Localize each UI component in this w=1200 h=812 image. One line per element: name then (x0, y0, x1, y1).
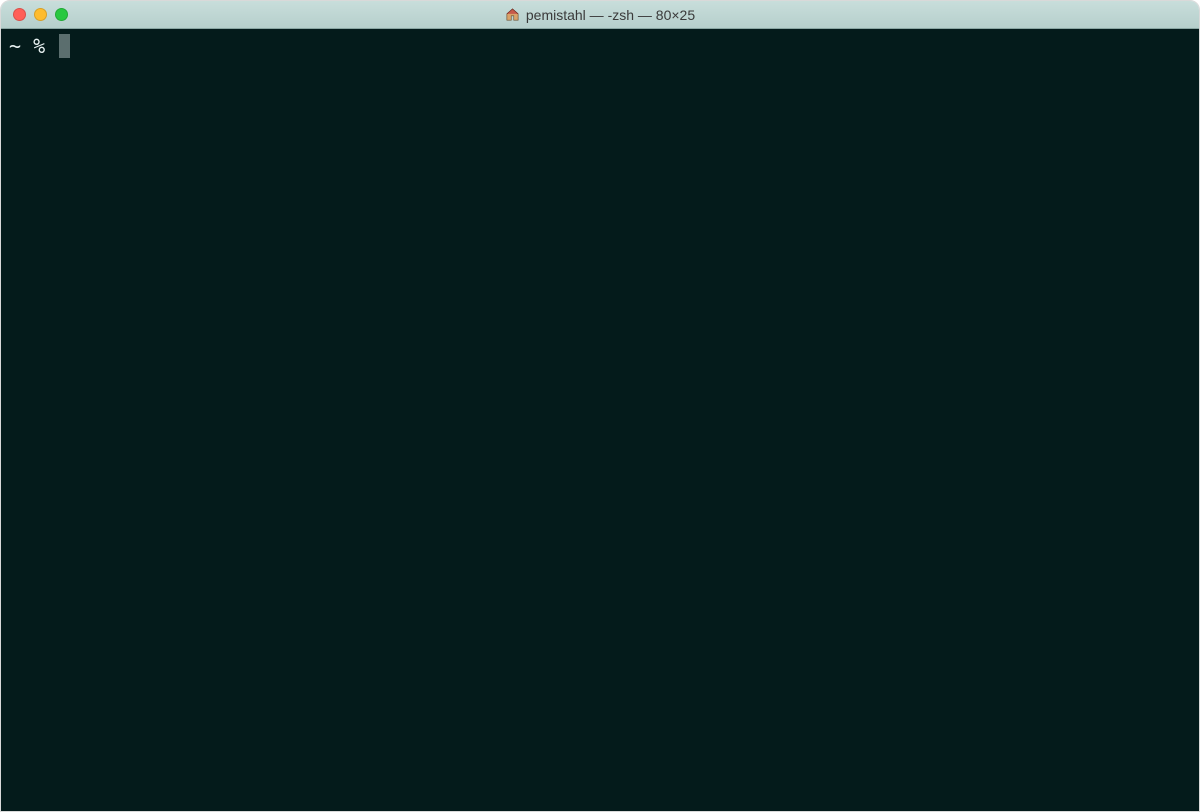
terminal-window: pemistahl — -zsh — 80×25 ~ % (0, 0, 1200, 812)
window-controls (1, 1, 68, 28)
terminal-body[interactable]: ~ % (1, 29, 1199, 811)
cursor-block (59, 34, 70, 58)
prompt-text: ~ % (9, 33, 57, 59)
maximize-button[interactable] (55, 8, 68, 21)
window-title: pemistahl — -zsh — 80×25 (526, 7, 695, 23)
prompt-line[interactable]: ~ % (9, 33, 1191, 59)
home-icon (505, 7, 520, 22)
close-button[interactable] (13, 8, 26, 21)
window-titlebar[interactable]: pemistahl — -zsh — 80×25 (1, 1, 1199, 29)
minimize-button[interactable] (34, 8, 47, 21)
window-title-wrap: pemistahl — -zsh — 80×25 (1, 7, 1199, 23)
